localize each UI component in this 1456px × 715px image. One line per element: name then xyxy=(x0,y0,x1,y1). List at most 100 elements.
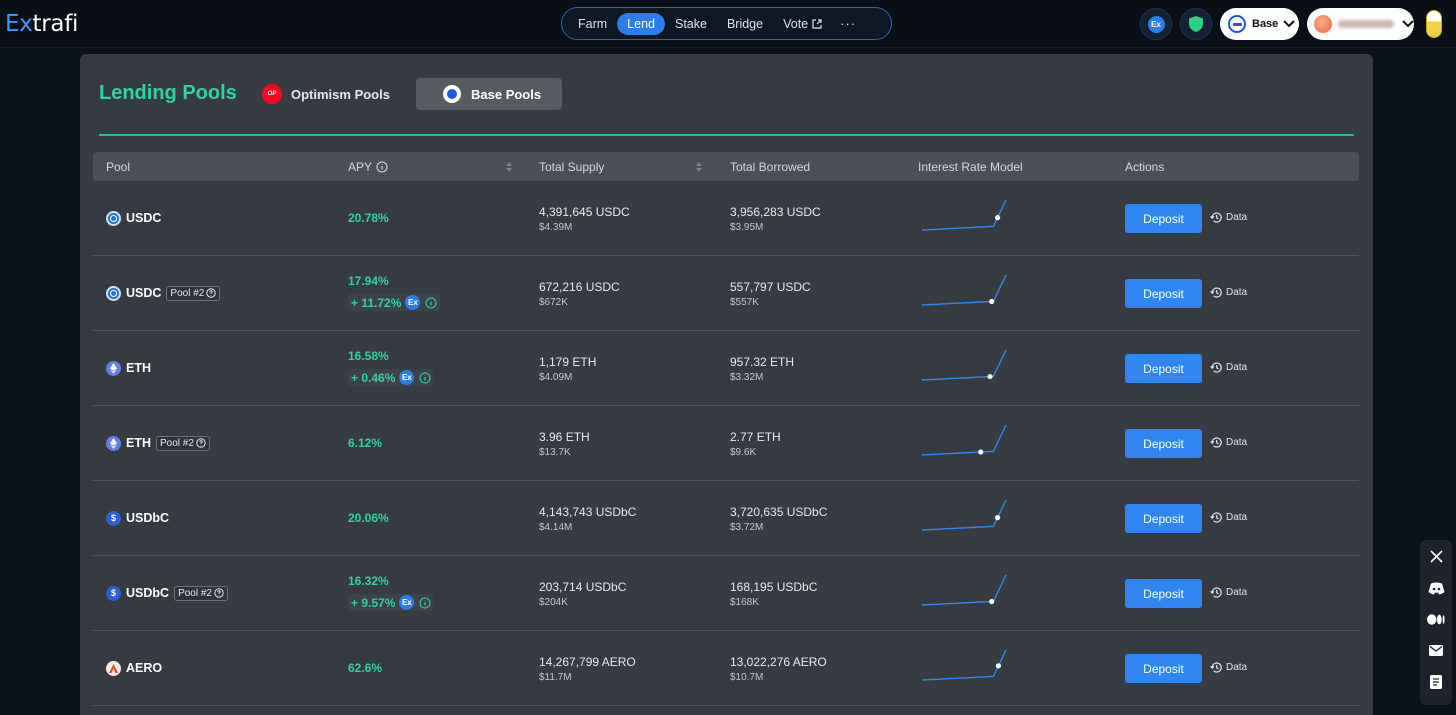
borrowed-usd: $9.6K xyxy=(730,447,757,458)
wallet-account-button[interactable] xyxy=(1307,8,1414,40)
col-pool-label: Pool xyxy=(106,160,131,174)
tab-divider xyxy=(99,134,1354,136)
borrowed-usd: $3.72M xyxy=(730,522,764,533)
mail-icon[interactable] xyxy=(1427,642,1445,659)
total-supply-cell: 672,216 USDC $672K xyxy=(539,280,620,308)
utilization-marker xyxy=(978,449,984,455)
rate-curve xyxy=(921,349,1007,381)
col-apy-label: APY xyxy=(348,160,373,174)
data-link[interactable]: Data xyxy=(1210,436,1247,449)
discord-icon[interactable] xyxy=(1427,579,1445,596)
sort-icon[interactable] xyxy=(505,161,513,173)
pool-cell: ETH xyxy=(106,331,151,405)
supply-amount: 203,714 USDbC xyxy=(539,580,627,594)
shield-button[interactable] xyxy=(1180,8,1212,40)
question-icon[interactable] xyxy=(196,438,206,448)
history-icon xyxy=(1210,662,1222,673)
interest-rate-chart[interactable] xyxy=(918,571,1010,614)
utilization-marker xyxy=(995,663,1002,669)
data-link[interactable]: Data xyxy=(1210,361,1247,374)
medium-icon[interactable] xyxy=(1427,611,1445,628)
rate-curve xyxy=(921,424,1007,456)
apy-boost: + 11.72% Ex xyxy=(348,294,441,311)
info-icon[interactable] xyxy=(376,161,388,173)
page-title: Lending Pools xyxy=(99,82,237,104)
ex-token-button[interactable]: Ex xyxy=(1140,8,1172,40)
info-icon[interactable] xyxy=(419,596,431,609)
borrowed-amount: 957.32 ETH xyxy=(730,355,795,369)
total-supply-cell: 1,179 ETH $4.09M xyxy=(539,355,596,383)
utilization-marker xyxy=(989,598,995,605)
data-link[interactable]: Data xyxy=(1210,586,1247,599)
data-link[interactable]: Data xyxy=(1210,661,1247,674)
nav-farm[interactable]: Farm xyxy=(568,13,617,35)
logo-prefix: Ex xyxy=(5,11,33,37)
deposit-button[interactable]: Deposit xyxy=(1125,204,1202,233)
apy-cell: 16.58% + 0.46% Ex xyxy=(348,349,435,387)
col-actions: Actions xyxy=(1125,160,1164,174)
borrowed-usd: $168K xyxy=(730,597,759,608)
question-icon[interactable] xyxy=(206,288,217,298)
deposit-button[interactable]: Deposit xyxy=(1125,279,1202,308)
deposit-button[interactable]: Deposit xyxy=(1125,654,1202,683)
interest-rate-chart[interactable] xyxy=(918,271,1010,314)
nav-stake[interactable]: Stake xyxy=(665,13,717,35)
apy-cell: 20.06% xyxy=(348,511,389,525)
x-icon[interactable] xyxy=(1427,548,1445,565)
nav-vote[interactable]: Vote xyxy=(773,13,832,35)
interest-rate-chart[interactable] xyxy=(918,346,1010,389)
interest-rate-chart[interactable] xyxy=(918,196,1010,239)
utilization-marker xyxy=(995,515,1001,521)
history-icon xyxy=(1210,587,1222,598)
total-borrowed-cell: 957.32 ETH $3.32M xyxy=(730,355,794,383)
deposit-button[interactable]: Deposit xyxy=(1125,579,1202,608)
interest-rate-chart[interactable] xyxy=(918,421,1010,464)
usdbc-icon: $ xyxy=(106,585,121,601)
data-link[interactable]: Data xyxy=(1210,511,1247,524)
deposit-button[interactable]: Deposit xyxy=(1125,504,1202,533)
main-nav: Farm Lend Stake Bridge Vote ··· xyxy=(561,7,892,40)
nav-lend[interactable]: Lend xyxy=(617,12,665,35)
tab-optimism-pools[interactable]: OP Optimism Pools xyxy=(258,78,398,110)
apy-value: 16.32% xyxy=(348,574,389,588)
pool-cell: $ USDbC xyxy=(106,481,169,555)
wallet-address-redacted xyxy=(1338,20,1394,28)
extrafi-logo[interactable]: Extrafi xyxy=(5,11,78,37)
supply-amount: 1,179 ETH xyxy=(539,355,597,369)
data-link[interactable]: Data xyxy=(1210,286,1247,299)
question-icon[interactable] xyxy=(214,588,224,598)
info-icon[interactable] xyxy=(419,371,431,384)
col-apy[interactable]: APY xyxy=(348,160,388,174)
total-borrowed-cell: 13,022,276 AERO $10.7M xyxy=(730,655,827,683)
supply-amount: 4,143,743 USDbC xyxy=(539,505,637,519)
interest-rate-chart[interactable] xyxy=(918,646,1010,689)
apy-value: 16.58% xyxy=(348,349,389,363)
total-borrowed-cell: 557,797 USDC $557K xyxy=(730,280,811,308)
history-icon xyxy=(1210,212,1222,223)
coin-icon[interactable] xyxy=(1426,10,1442,38)
history-icon xyxy=(1210,287,1222,298)
apy-value: 20.78% xyxy=(348,211,389,225)
aero-icon xyxy=(106,660,121,676)
deposit-button[interactable]: Deposit xyxy=(1125,429,1202,458)
external-link-icon xyxy=(812,18,822,29)
table-row: AERO 62.6% 14,267,799 AERO $11.7M 13,022… xyxy=(93,631,1359,706)
apy-cell: 6.12% xyxy=(348,436,382,450)
tab-optimism-label: Optimism Pools xyxy=(291,86,390,102)
pool-name: USDbC xyxy=(126,511,170,525)
total-supply-cell: 4,391,645 USDC $4.39M xyxy=(539,205,630,233)
info-icon[interactable] xyxy=(425,296,437,309)
nav-more-button[interactable]: ··· xyxy=(840,16,856,31)
tab-base-pools[interactable]: Base Pools xyxy=(416,78,562,110)
data-link[interactable]: Data xyxy=(1210,211,1247,224)
col-total-supply[interactable]: Total Supply xyxy=(539,160,604,174)
sort-icon[interactable] xyxy=(695,161,703,173)
rate-curve xyxy=(921,499,1007,531)
apy-boost-value: + 11.72% xyxy=(351,295,402,310)
pool-tag: Pool #2 xyxy=(174,585,228,601)
deposit-button[interactable]: Deposit xyxy=(1125,354,1202,383)
network-selector[interactable]: Base xyxy=(1220,8,1299,40)
docs-icon[interactable] xyxy=(1427,674,1445,691)
interest-rate-chart[interactable] xyxy=(918,496,1010,539)
nav-bridge[interactable]: Bridge xyxy=(717,13,773,35)
